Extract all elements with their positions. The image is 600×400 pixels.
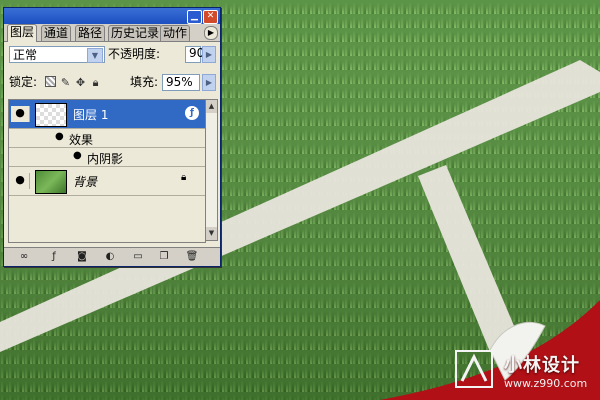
trash-icon[interactable]: 🗑︎ bbox=[184, 250, 200, 264]
layer-thumbnail bbox=[35, 170, 67, 194]
panel-tabs: 图层 通道 路径 历史记录 动作 ▶ bbox=[4, 24, 220, 42]
panel-menu-button[interactable]: ▶ bbox=[204, 26, 218, 40]
move-icon[interactable]: ✥ bbox=[74, 76, 87, 89]
minimize-button[interactable]: ▁ bbox=[187, 10, 202, 24]
layers-panel: ▁ ✕ 图层 通道 路径 历史记录 动作 ▶ 正常 ▼ 不透明度: 90% ▶ … bbox=[3, 7, 221, 267]
blend-mode-value: 正常 bbox=[13, 48, 38, 62]
tab-history[interactable]: 历史记录 bbox=[108, 25, 163, 41]
close-icon: ✕ bbox=[206, 11, 215, 21]
layers-list: ● 图层 1 ƒ ● 效果 ● 内阴影 ● 背景 🔒︎ bbox=[8, 99, 206, 243]
tab-paths[interactable]: 路径 bbox=[75, 25, 106, 41]
lock-icons-group: ✎ ✥ 🔒︎ bbox=[44, 76, 104, 90]
minimize-icon: ▁ bbox=[191, 11, 198, 21]
visibility-eye-icon[interactable]: ● bbox=[73, 150, 82, 161]
layer-thumbnail bbox=[35, 103, 67, 127]
fill-slider-button[interactable]: ▶ bbox=[202, 74, 216, 91]
new-group-icon[interactable]: ▭ bbox=[130, 250, 146, 264]
scroll-down-icon[interactable]: ▼ bbox=[206, 227, 217, 240]
fill-input[interactable]: 95% bbox=[162, 74, 200, 91]
tab-channels[interactable]: 通道 bbox=[41, 25, 72, 41]
tab-layers[interactable]: 图层 bbox=[7, 24, 38, 42]
add-style-icon[interactable]: ƒ bbox=[46, 250, 62, 264]
link-icon[interactable]: ∞ bbox=[16, 250, 32, 264]
visibility-eye-icon[interactable]: ● bbox=[55, 131, 64, 142]
panel-titlebar[interactable]: ▁ ✕ bbox=[4, 8, 220, 24]
watermark-title: 小林设计 bbox=[504, 355, 580, 376]
watermark-logo-icon bbox=[455, 350, 493, 388]
lock-transparent-icon[interactable] bbox=[44, 76, 57, 89]
effect-inner-shadow-row[interactable]: ● 内阴影 bbox=[9, 148, 205, 167]
opacity-label: 不透明度: bbox=[108, 47, 161, 61]
layers-scrollbar[interactable]: ▲ ▼ bbox=[205, 99, 218, 241]
fill-label: 填充: bbox=[130, 75, 159, 89]
layer-effects-icon[interactable]: ƒ bbox=[185, 106, 199, 120]
layer-row-background[interactable]: ● 背景 🔒︎ bbox=[9, 167, 205, 196]
scroll-up-icon[interactable]: ▲ bbox=[206, 100, 217, 113]
watermark-url: www.z990.com bbox=[504, 377, 588, 390]
effects-label: 效果 bbox=[69, 133, 94, 147]
adjustment-icon[interactable]: ◐ bbox=[102, 250, 118, 264]
blend-mode-select[interactable]: 正常 ▼ bbox=[9, 46, 105, 63]
brush-icon[interactable]: ✎ bbox=[59, 76, 72, 89]
play-arrow-icon: ▶ bbox=[205, 50, 213, 59]
lock-label: 锁定: bbox=[9, 75, 38, 89]
layer-name[interactable]: 背景 bbox=[73, 173, 97, 190]
layer-row-layer1[interactable]: ● 图层 1 ƒ bbox=[9, 100, 205, 129]
layer-effects-row[interactable]: ● 效果 bbox=[9, 129, 205, 148]
chevron-down-icon: ▼ bbox=[87, 48, 103, 63]
play-arrow-icon: ▶ bbox=[205, 78, 213, 87]
visibility-eye-icon[interactable]: ● bbox=[11, 106, 30, 122]
inner-shadow-label: 内阴影 bbox=[87, 152, 124, 166]
add-mask-icon[interactable]: ◙ bbox=[74, 250, 90, 264]
play-arrow-icon: ▶ bbox=[207, 28, 215, 37]
panel-footer: ∞ ƒ ◙ ◐ ▭ ❐ 🗑︎ bbox=[4, 247, 220, 266]
visibility-eye-icon[interactable]: ● bbox=[11, 173, 30, 189]
opacity-slider-button[interactable]: ▶ bbox=[202, 46, 216, 63]
close-button[interactable]: ✕ bbox=[203, 10, 218, 24]
lock-icon[interactable]: 🔒︎ bbox=[89, 76, 102, 89]
watermark: 小林设计 www.z990.com bbox=[452, 349, 598, 397]
tab-actions[interactable]: 动作 bbox=[160, 25, 191, 41]
new-layer-icon[interactable]: ❐ bbox=[156, 250, 172, 264]
layer-name[interactable]: 图层 1 bbox=[73, 106, 108, 123]
lock-icon: 🔒︎ bbox=[181, 172, 187, 183]
